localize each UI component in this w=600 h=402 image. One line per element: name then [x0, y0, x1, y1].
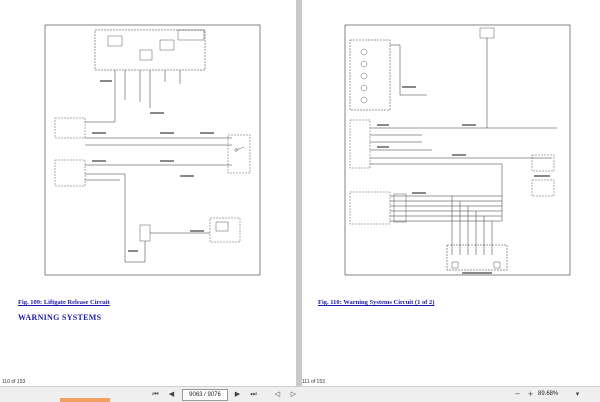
liftgate-release-diagram	[44, 24, 261, 276]
left-page: Fig. 109: Liftgate Release Circuit WARNI…	[0, 0, 296, 386]
last-page-icon[interactable]: ⏭	[248, 389, 259, 400]
prev-view-icon[interactable]: ◁	[272, 389, 283, 400]
page-label: 111 of 153	[302, 379, 325, 385]
page-number-input[interactable]: 9063 / 9076	[182, 389, 228, 401]
prev-page-icon[interactable]: ◀	[166, 389, 177, 400]
zoom-level[interactable]: 89.68%	[538, 389, 558, 400]
next-page-icon[interactable]: ▶	[232, 389, 243, 400]
right-page: Fig. 110: Warning Systems Circuit (1 of …	[302, 0, 600, 386]
zoom-dropdown-icon[interactable]: ▾	[572, 389, 583, 400]
zoom-in-icon[interactable]: +	[525, 389, 536, 400]
warning-systems-diagram	[344, 24, 571, 276]
zoom-out-icon[interactable]: −	[512, 389, 523, 400]
first-page-icon[interactable]: ⏮	[150, 389, 161, 400]
figure-caption[interactable]: Fig. 110: Warning Systems Circuit (1 of …	[318, 299, 434, 306]
section-heading[interactable]: WARNING SYSTEMS	[18, 313, 101, 322]
figure-caption[interactable]: Fig. 109: Liftgate Release Circuit	[18, 299, 110, 306]
page-label: 110 of 153	[2, 379, 26, 385]
taskbar-accent	[60, 398, 110, 402]
next-view-icon[interactable]: ▷	[288, 389, 299, 400]
